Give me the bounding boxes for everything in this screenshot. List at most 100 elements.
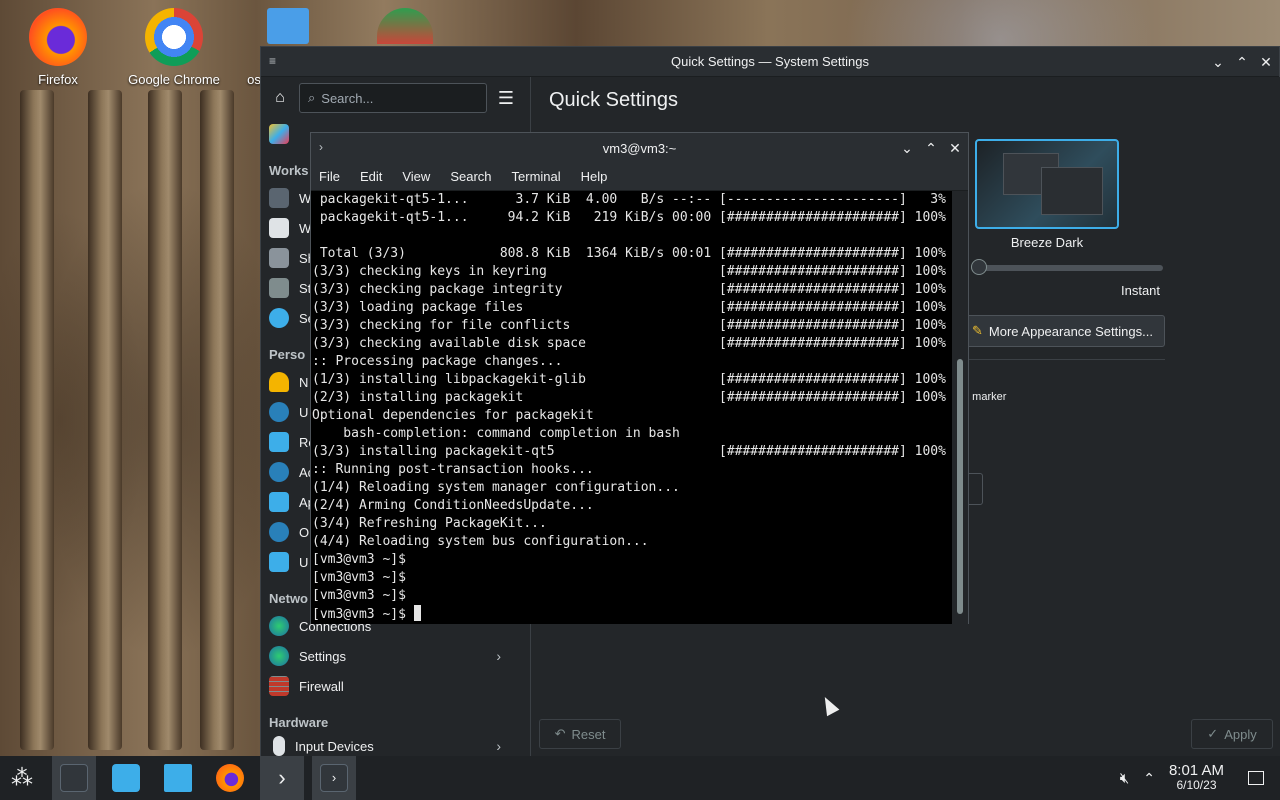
section-network: Netwo (269, 591, 308, 606)
window-management-icon (269, 218, 289, 238)
app-launcher-button[interactable]: ⁂ (0, 756, 44, 800)
sidebar-item-network-settings[interactable]: Settings › (261, 641, 531, 671)
marker-option-label: n marker (963, 391, 1007, 403)
workspace-behavior-icon (269, 188, 289, 208)
animation-speed-label: Instant (1121, 283, 1161, 298)
taskbar-kde-connect[interactable]: › (260, 756, 304, 800)
regional-icon (269, 432, 289, 452)
terminal-line: [vm3@vm3 ~]$ (312, 605, 954, 624)
users-icon (269, 402, 289, 422)
startup-icon (269, 278, 289, 298)
terminal-line: (3/3) installing packagekit-qt5 [#######… (312, 444, 946, 459)
terminal-line: (2/3) installing packagekit [###########… (312, 390, 946, 405)
terminal-scrollbar[interactable] (952, 191, 968, 624)
undo-icon: ↶ (554, 726, 566, 741)
search-input[interactable]: ⌕ Search... (299, 83, 487, 113)
desktop-icon-firefox[interactable]: Firefox (8, 8, 108, 87)
user-feedback-icon (269, 552, 289, 572)
show-desktop-icon[interactable] (1248, 771, 1264, 785)
sidebar-item-firewall[interactable]: Firewall (261, 671, 531, 701)
menu-file[interactable]: File (319, 169, 340, 184)
scrollbar-thumb[interactable] (957, 359, 963, 614)
menu-edit[interactable]: Edit (360, 169, 382, 184)
page-title: Quick Settings (549, 89, 678, 111)
menu-search[interactable]: Search (450, 169, 491, 184)
terminal-line: packagekit-qt5-1... 94.2 KiB 219 KiB/s 0… (312, 210, 946, 225)
terminal-cursor (413, 605, 421, 621)
file-manager-icon (164, 764, 192, 792)
divider (963, 359, 1165, 360)
accessibility-icon (269, 462, 289, 482)
terminal-output[interactable]: packagekit-qt5-1... 3.7 KiB 4.00 B/s --:… (311, 191, 954, 624)
desktop-icon-chrome[interactable]: Google Chrome (124, 8, 224, 87)
taskbar: ⁂ › › 🔇︎ ⌃ 8:01 AM 6/10/23 (0, 756, 1280, 800)
firewall-icon (269, 676, 289, 696)
taskbar-firefox[interactable] (208, 756, 252, 800)
terminal-line: [vm3@vm3 ~]$ (312, 552, 406, 567)
wallpaper-pillar (88, 90, 122, 750)
chevron-right-icon: › (496, 648, 501, 664)
more-appearance-settings-button[interactable]: ✎ More Appearance Settings... (963, 315, 1165, 347)
section-personalization: Perso (269, 347, 306, 362)
wallpaper-pillar (148, 90, 182, 750)
firefox-icon (216, 764, 244, 792)
animation-speed-slider[interactable] (971, 265, 1163, 271)
minimize-icon[interactable]: ⌄ (1211, 55, 1225, 69)
terminal-text: packagekit-qt5-1... 3.7 KiB 4.00 B/s --:… (312, 191, 954, 624)
reset-button[interactable]: ↶ Reset (539, 719, 621, 749)
connections-icon (269, 616, 289, 636)
menu-help[interactable]: Help (581, 169, 608, 184)
terminal-line: (2/4) Arming ConditionNeedsUpdate... (312, 498, 594, 513)
brush-icon: ✎ (972, 323, 983, 338)
maximize-icon[interactable]: ⌃ (1235, 55, 1249, 69)
appearance-icon (269, 124, 289, 144)
taskbar-file-manager[interactable] (156, 756, 200, 800)
menu-terminal[interactable]: Terminal (512, 169, 561, 184)
terminal-line: (3/3) loading package files [###########… (312, 300, 946, 315)
search-placeholder: Search... (321, 90, 374, 106)
terminal-menubar: File Edit View Search Terminal Help (311, 163, 968, 191)
desktop-icon-partial[interactable] (372, 8, 438, 44)
clock-date: 6/10/23 (1176, 778, 1217, 792)
terminal-titlebar[interactable]: › vm3@vm3:~ ⌄ ⌃ ✕ (311, 133, 968, 163)
taskbar-system-settings[interactable] (52, 756, 96, 800)
terminal-line: [vm3@vm3 ~]$ (312, 570, 406, 585)
chevron-right-icon: › (496, 738, 501, 754)
maximize-icon[interactable]: ⌃ (924, 141, 938, 155)
volume-muted-icon[interactable]: 🔇︎ (1120, 770, 1129, 787)
chrome-icon (145, 8, 203, 66)
chevron-up-icon[interactable]: ⌃ (1143, 770, 1155, 787)
system-settings-icon (60, 764, 88, 792)
settings-titlebar[interactable]: ≡ Quick Settings — System Settings ⌄ ⌃ ✕ (261, 47, 1279, 77)
window-menu-icon[interactable]: ≡ (269, 54, 276, 68)
taskbar-discover[interactable] (104, 756, 148, 800)
terminal-line: (3/3) checking available disk space [###… (312, 336, 946, 351)
search-icon: ⌕ (308, 90, 316, 105)
menu-view[interactable]: View (402, 169, 430, 184)
desktop-icon-file[interactable] (262, 8, 314, 44)
terminal-line: packagekit-qt5-1... 3.7 KiB 4.00 B/s --:… (312, 192, 946, 207)
minimize-icon[interactable]: ⌄ (900, 141, 914, 155)
terminal-prompt-icon[interactable]: › (319, 140, 323, 154)
taskbar-konsole[interactable]: › (312, 756, 356, 800)
shortcuts-icon (269, 248, 289, 268)
sidebar-item-input-devices[interactable]: Input Devices › (261, 735, 531, 757)
sidebar-item-label: U (299, 404, 309, 420)
online-accounts-icon (269, 522, 289, 542)
close-icon[interactable]: ✕ (948, 141, 962, 155)
digital-clock[interactable]: 8:01 AM 6/10/23 (1169, 763, 1224, 792)
home-icon[interactable]: ⌂ (269, 87, 291, 109)
theme-preview-breeze-dark[interactable] (975, 139, 1119, 229)
hamburger-menu-icon[interactable]: ☰ (495, 87, 517, 109)
sidebar-item-label: U (299, 554, 309, 570)
terminal-window[interactable]: › vm3@vm3:~ ⌄ ⌃ ✕ File Edit View Search … (310, 132, 969, 624)
wallpaper-pillar (20, 90, 54, 750)
terminal-line: (1/4) Reloading system manager configura… (312, 480, 680, 495)
terminal-line: (3/3) checking keys in keyring [########… (312, 264, 946, 279)
wallpaper-pillar (200, 90, 234, 750)
kde-connect-icon: › (278, 765, 286, 790)
close-icon[interactable]: ✕ (1259, 55, 1273, 69)
apply-button[interactable]: ✓ Apply (1191, 719, 1273, 749)
slider-handle[interactable] (971, 259, 987, 275)
